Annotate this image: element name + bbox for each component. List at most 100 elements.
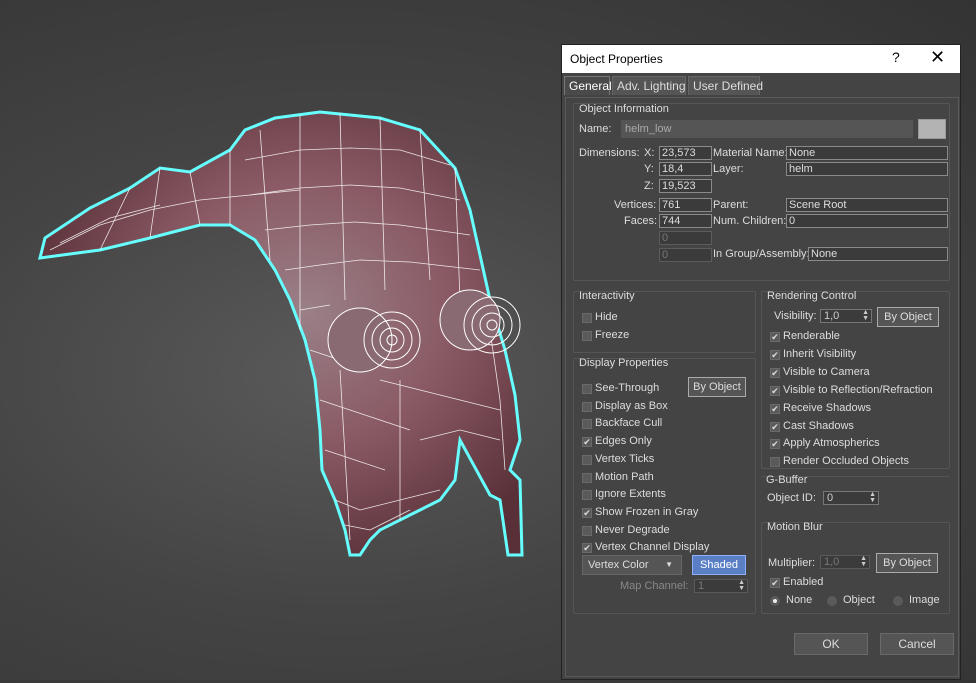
title-bar: Object Properties ? ✕: [562, 45, 960, 73]
rendering-checkbox[interactable]: ✔: [770, 367, 780, 378]
rendering-by-object-button[interactable]: By Object: [877, 307, 939, 327]
dialog-title: Object Properties: [570, 52, 663, 66]
name-label: Name:: [579, 123, 612, 135]
ok-button[interactable]: OK: [794, 633, 868, 655]
dropdown-arrow-icon: ▼: [665, 560, 673, 569]
color-swatch[interactable]: [918, 119, 946, 139]
display-label: Display as Box: [595, 399, 668, 412]
rendering-label: Inherit Visibility: [783, 347, 857, 360]
image-radio[interactable]: [893, 596, 903, 606]
display-checkbox[interactable]: [582, 384, 592, 394]
object-id-label: Object ID:: [767, 492, 816, 504]
rendering-label: Render Occluded Objects: [783, 455, 909, 468]
shaded-button[interactable]: Shaded: [692, 555, 746, 575]
cancel-button[interactable]: Cancel: [880, 633, 954, 655]
display-properties-group: Display Properties By Object See-Through…: [573, 357, 756, 614]
hide-checkbox[interactable]: [582, 313, 592, 323]
eye-right: [439, 289, 521, 354]
x-label: X:: [644, 147, 655, 159]
object-radio[interactable]: [827, 596, 837, 606]
y-label: Y:: [644, 163, 654, 175]
rendering-checkbox[interactable]: ✔: [770, 421, 780, 432]
image-label: Image: [909, 594, 940, 606]
rendering-label: Cast Shadows: [783, 419, 854, 432]
display-label: Vertex Channel Display: [595, 541, 710, 554]
freeze-checkbox[interactable]: [582, 331, 592, 341]
enabled-checkbox[interactable]: ✔: [770, 578, 780, 588]
multiplier-spinner[interactable]: 1,0 ▲ ▼: [820, 555, 870, 569]
rendering-label: Visible to Camera: [783, 365, 870, 378]
none-radio[interactable]: [770, 596, 780, 606]
helmet-model: [38, 110, 524, 557]
display-label: Motion Path: [595, 470, 654, 483]
display-checkbox[interactable]: [582, 401, 592, 412]
interactivity-title: Interactivity: [579, 290, 635, 302]
enabled-label: Enabled: [783, 576, 824, 588]
tab-general[interactable]: General: [564, 76, 612, 95]
vertices-field: 761: [659, 198, 712, 212]
freeze-label: Freeze: [595, 329, 630, 341]
tab-adv-lighting[interactable]: Adv. Lighting: [612, 76, 686, 95]
dim-z-field: 19,523: [659, 179, 712, 193]
object-id-value: 0: [827, 492, 834, 504]
display-checkbox[interactable]: ✔: [582, 437, 592, 448]
display-label: Never Degrade: [595, 523, 670, 536]
object-id-spinner[interactable]: 0 ▲ ▼: [823, 491, 879, 505]
help-icon[interactable]: ?: [892, 49, 900, 65]
parent-field: Scene Root: [786, 198, 948, 212]
rendering-checkbox[interactable]: ✔: [770, 332, 780, 342]
group-field: None: [808, 247, 948, 261]
display-checkbox[interactable]: [582, 525, 592, 536]
rendering-label: Receive Shadows: [783, 401, 872, 414]
object-information-group: Object Information Name: helm_low Dimens…: [573, 103, 950, 281]
display-properties-title: Display Properties: [579, 357, 669, 369]
rendering-label: Renderable: [783, 330, 840, 342]
rendering-checkbox[interactable]: ✔: [770, 349, 780, 360]
display-label: Show Frozen in Gray: [595, 505, 699, 518]
name-input[interactable]: helm_low: [621, 120, 913, 138]
g-buffer-title: G-Buffer: [766, 474, 808, 486]
display-checkbox[interactable]: ✔: [582, 507, 592, 518]
vertex-color-value: Vertex Color: [588, 559, 649, 571]
multiplier-value: 1,0: [824, 556, 840, 568]
parent-label: Parent:: [713, 199, 749, 211]
display-checkbox[interactable]: [582, 490, 592, 501]
children-field: 0: [786, 214, 948, 228]
display-label: See-Through: [595, 382, 660, 394]
extra-field-1: 0: [659, 231, 712, 245]
motion-blur-by-object-button[interactable]: By Object: [876, 553, 938, 573]
close-icon[interactable]: ✕: [930, 47, 945, 68]
layer-label: Layer:: [713, 163, 744, 175]
hide-label: Hide: [595, 311, 618, 323]
rendering-checkbox[interactable]: ✔: [770, 403, 780, 414]
display-checkbox[interactable]: [582, 472, 592, 483]
faces-field: 744: [659, 214, 712, 228]
display-checkbox[interactable]: ✔: [582, 543, 592, 554]
rendering-checkbox[interactable]: ✔: [770, 385, 780, 396]
map-channel-value: 1: [698, 580, 705, 592]
dim-y-field: 18,4: [659, 162, 712, 176]
display-checkbox[interactable]: [582, 419, 592, 430]
display-checkbox[interactable]: [582, 454, 592, 465]
motion-blur-title: Motion Blur: [767, 521, 823, 533]
rendering-checkbox[interactable]: [770, 457, 780, 468]
interactivity-group: Interactivity Hide Freeze: [573, 290, 756, 353]
spinner-arrows-icon: ▲ ▼: [738, 579, 745, 592]
children-label: Num. Children:: [713, 215, 787, 227]
vertex-color-dropdown[interactable]: Vertex Color ▼: [582, 555, 682, 575]
visibility-spinner[interactable]: 1,0 ▲ ▼: [820, 309, 872, 323]
vertices-label: Vertices:: [614, 199, 657, 211]
object-properties-dialog: Object Properties ? ✕ General Adv. Light…: [561, 44, 961, 680]
spinner-arrows-icon: ▲ ▼: [860, 555, 867, 568]
z-label: Z:: [644, 180, 654, 192]
map-channel-spinner[interactable]: 1 ▲ ▼: [694, 579, 748, 593]
tab-user-defined[interactable]: User Defined: [688, 76, 763, 95]
display-by-object-button[interactable]: By Object: [688, 377, 746, 397]
rendering-label: Apply Atmospherics: [783, 437, 880, 450]
dim-x-field: 23,573: [659, 146, 712, 160]
viewport[interactable]: [0, 0, 560, 680]
rendering-checkbox[interactable]: ✔: [770, 439, 780, 450]
map-channel-label: Map Channel:: [620, 580, 689, 592]
material-field: None: [786, 146, 948, 160]
display-label: Ignore Extents: [595, 488, 666, 501]
